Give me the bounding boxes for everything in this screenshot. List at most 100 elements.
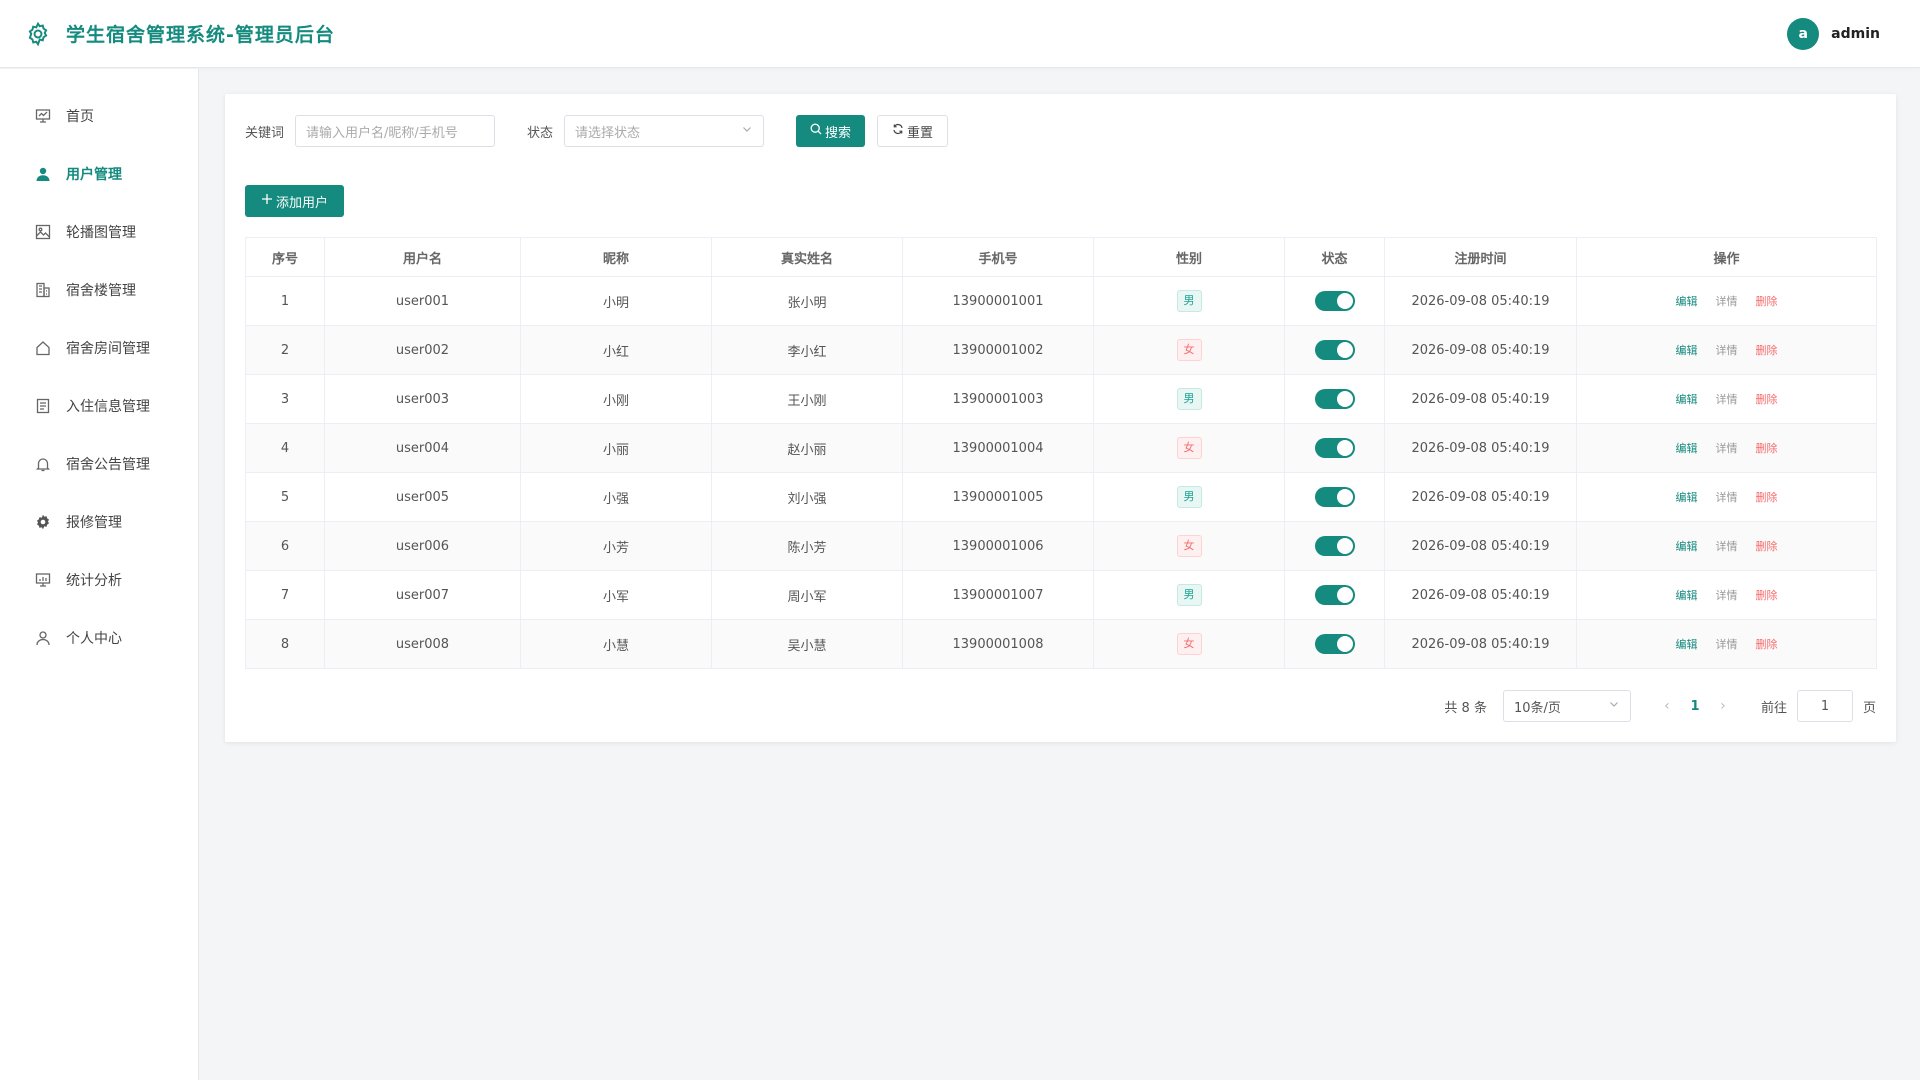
chart-icon	[34, 571, 52, 589]
status-toggle[interactable]	[1314, 291, 1355, 311]
search-button[interactable]: 搜索	[796, 115, 866, 147]
cell-gender: 女	[1093, 325, 1285, 375]
status-toggle[interactable]	[1314, 585, 1355, 605]
users-table: 序号 用户名 昵称 真实姓名 手机号 性别 状态 注册时间 操作 1 user00…	[245, 237, 1877, 669]
sidebar-item-carousel[interactable]: 轮播图管理	[0, 203, 198, 261]
sidebar-item-label: 宿舍楼管理	[66, 283, 136, 299]
col-header: 操作	[1576, 237, 1877, 277]
status-toggle[interactable]	[1314, 536, 1355, 556]
status-toggle[interactable]	[1314, 438, 1355, 458]
detail-link[interactable]: 详情	[1716, 538, 1738, 554]
toggle-knob	[1336, 391, 1353, 407]
toggle-knob	[1336, 587, 1353, 603]
next-page-icon[interactable]: ›	[1711, 698, 1735, 714]
add-user-button[interactable]: 添加用户	[245, 185, 345, 217]
delete-link[interactable]: 删除	[1756, 538, 1778, 554]
cell-index: 4	[245, 423, 325, 473]
gender-tag: 女	[1176, 633, 1202, 655]
status-toggle[interactable]	[1314, 389, 1355, 409]
sidebar-item-users[interactable]: 用户管理	[0, 145, 198, 203]
dashboard-icon	[34, 107, 52, 125]
sidebar-item-rooms[interactable]: 宿舍房间管理	[0, 319, 198, 377]
sidebar-item-buildings[interactable]: 宿舍楼管理	[0, 261, 198, 319]
page-size-select[interactable]: 10条/页	[1502, 690, 1631, 722]
detail-link[interactable]: 详情	[1716, 440, 1738, 456]
edit-link[interactable]: 编辑	[1676, 440, 1698, 456]
gear-icon	[34, 513, 52, 531]
cell-status	[1284, 423, 1385, 473]
detail-link[interactable]: 详情	[1716, 489, 1738, 505]
edit-link[interactable]: 编辑	[1676, 587, 1698, 603]
delete-link[interactable]: 删除	[1756, 342, 1778, 358]
person-icon	[34, 629, 52, 647]
sidebar-item-label: 宿舍房间管理	[66, 341, 150, 357]
detail-link[interactable]: 详情	[1716, 391, 1738, 407]
refresh-icon	[892, 123, 904, 139]
cell-realname: 李小红	[711, 325, 903, 375]
sidebar-item-stats[interactable]: 统计分析	[0, 551, 198, 609]
edit-link[interactable]: 编辑	[1676, 293, 1698, 309]
cell-gender: 女	[1093, 423, 1285, 473]
cell-phone: 13900001003	[902, 374, 1094, 424]
sidebar-item-label: 报修管理	[66, 515, 122, 531]
edit-link[interactable]: 编辑	[1676, 636, 1698, 652]
edit-link[interactable]: 编辑	[1676, 489, 1698, 505]
cell-index: 2	[245, 325, 325, 375]
edit-link[interactable]: 编辑	[1676, 342, 1698, 358]
edit-link[interactable]: 编辑	[1676, 538, 1698, 554]
col-header: 用户名	[324, 237, 521, 277]
delete-link[interactable]: 删除	[1756, 440, 1778, 456]
cell-nickname: 小丽	[520, 423, 712, 473]
username[interactable]: admin	[1831, 26, 1880, 42]
sidebar-item-home[interactable]: 首页	[0, 87, 198, 145]
detail-link[interactable]: 详情	[1716, 636, 1738, 652]
sidebar-item-notices[interactable]: 宿舍公告管理	[0, 435, 198, 493]
avatar[interactable]: a	[1787, 17, 1820, 50]
filter-bar: 关键词 请输入用户名/昵称/手机号 状态 请选择状态 搜索 重置	[245, 115, 949, 147]
cell-status	[1284, 276, 1385, 326]
status-toggle[interactable]	[1314, 487, 1355, 507]
cell-phone: 13900001006	[902, 521, 1094, 571]
goto-label: 前往	[1760, 700, 1787, 716]
user-icon	[34, 165, 52, 183]
table-row: 7 user007 小军 周小军 13900001007 男 2026-09-08 05:4…	[245, 570, 1877, 620]
cell-phone: 13900001004	[902, 423, 1094, 473]
cell-nickname: 小强	[520, 472, 712, 522]
cell-nickname: 小慧	[520, 619, 712, 669]
reset-button[interactable]: 重置	[877, 115, 949, 147]
delete-link[interactable]: 删除	[1756, 391, 1778, 407]
sidebar-item-checkin[interactable]: 入住信息管理	[0, 377, 198, 435]
toggle-knob	[1336, 440, 1353, 456]
detail-link[interactable]: 详情	[1716, 587, 1738, 603]
page-number[interactable]: 1	[1679, 699, 1711, 714]
status-select[interactable]: 请选择状态	[564, 115, 765, 147]
edit-link[interactable]: 编辑	[1676, 391, 1698, 407]
status-toggle[interactable]	[1314, 634, 1355, 654]
cell-actions: 编辑 详情 删除	[1576, 472, 1877, 522]
col-header: 手机号	[902, 237, 1094, 277]
cell-realname: 王小刚	[711, 374, 903, 424]
cell-index: 1	[245, 276, 325, 326]
delete-link[interactable]: 删除	[1756, 293, 1778, 309]
sidebar-item-label: 个人中心	[66, 631, 122, 647]
detail-link[interactable]: 详情	[1716, 293, 1738, 309]
detail-link[interactable]: 详情	[1716, 342, 1738, 358]
sidebar-item-profile[interactable]: 个人中心	[0, 609, 198, 667]
cell-gender: 女	[1093, 521, 1285, 571]
toggle-knob	[1336, 538, 1353, 554]
delete-link[interactable]: 删除	[1756, 587, 1778, 603]
delete-link[interactable]: 删除	[1756, 489, 1778, 505]
cell-registered: 2026-09-08 05:40:19	[1384, 472, 1577, 522]
sidebar-item-repairs[interactable]: 报修管理	[0, 493, 198, 551]
keyword-input[interactable]: 请输入用户名/昵称/手机号	[295, 115, 496, 147]
cell-username: user004	[324, 423, 521, 473]
table-row: 5 user005 小强 刘小强 13900001005 男 2026-09-08 05:4…	[245, 472, 1877, 522]
prev-page-icon[interactable]: ‹	[1655, 698, 1679, 714]
delete-link[interactable]: 删除	[1756, 636, 1778, 652]
status-toggle[interactable]	[1314, 340, 1355, 360]
image-icon	[34, 223, 52, 241]
cell-phone: 13900001005	[902, 472, 1094, 522]
keyword-label: 关键词	[245, 125, 285, 141]
goto-page-input[interactable]: 1	[1796, 690, 1853, 722]
user-menu[interactable]: a admin	[1787, 17, 1880, 50]
